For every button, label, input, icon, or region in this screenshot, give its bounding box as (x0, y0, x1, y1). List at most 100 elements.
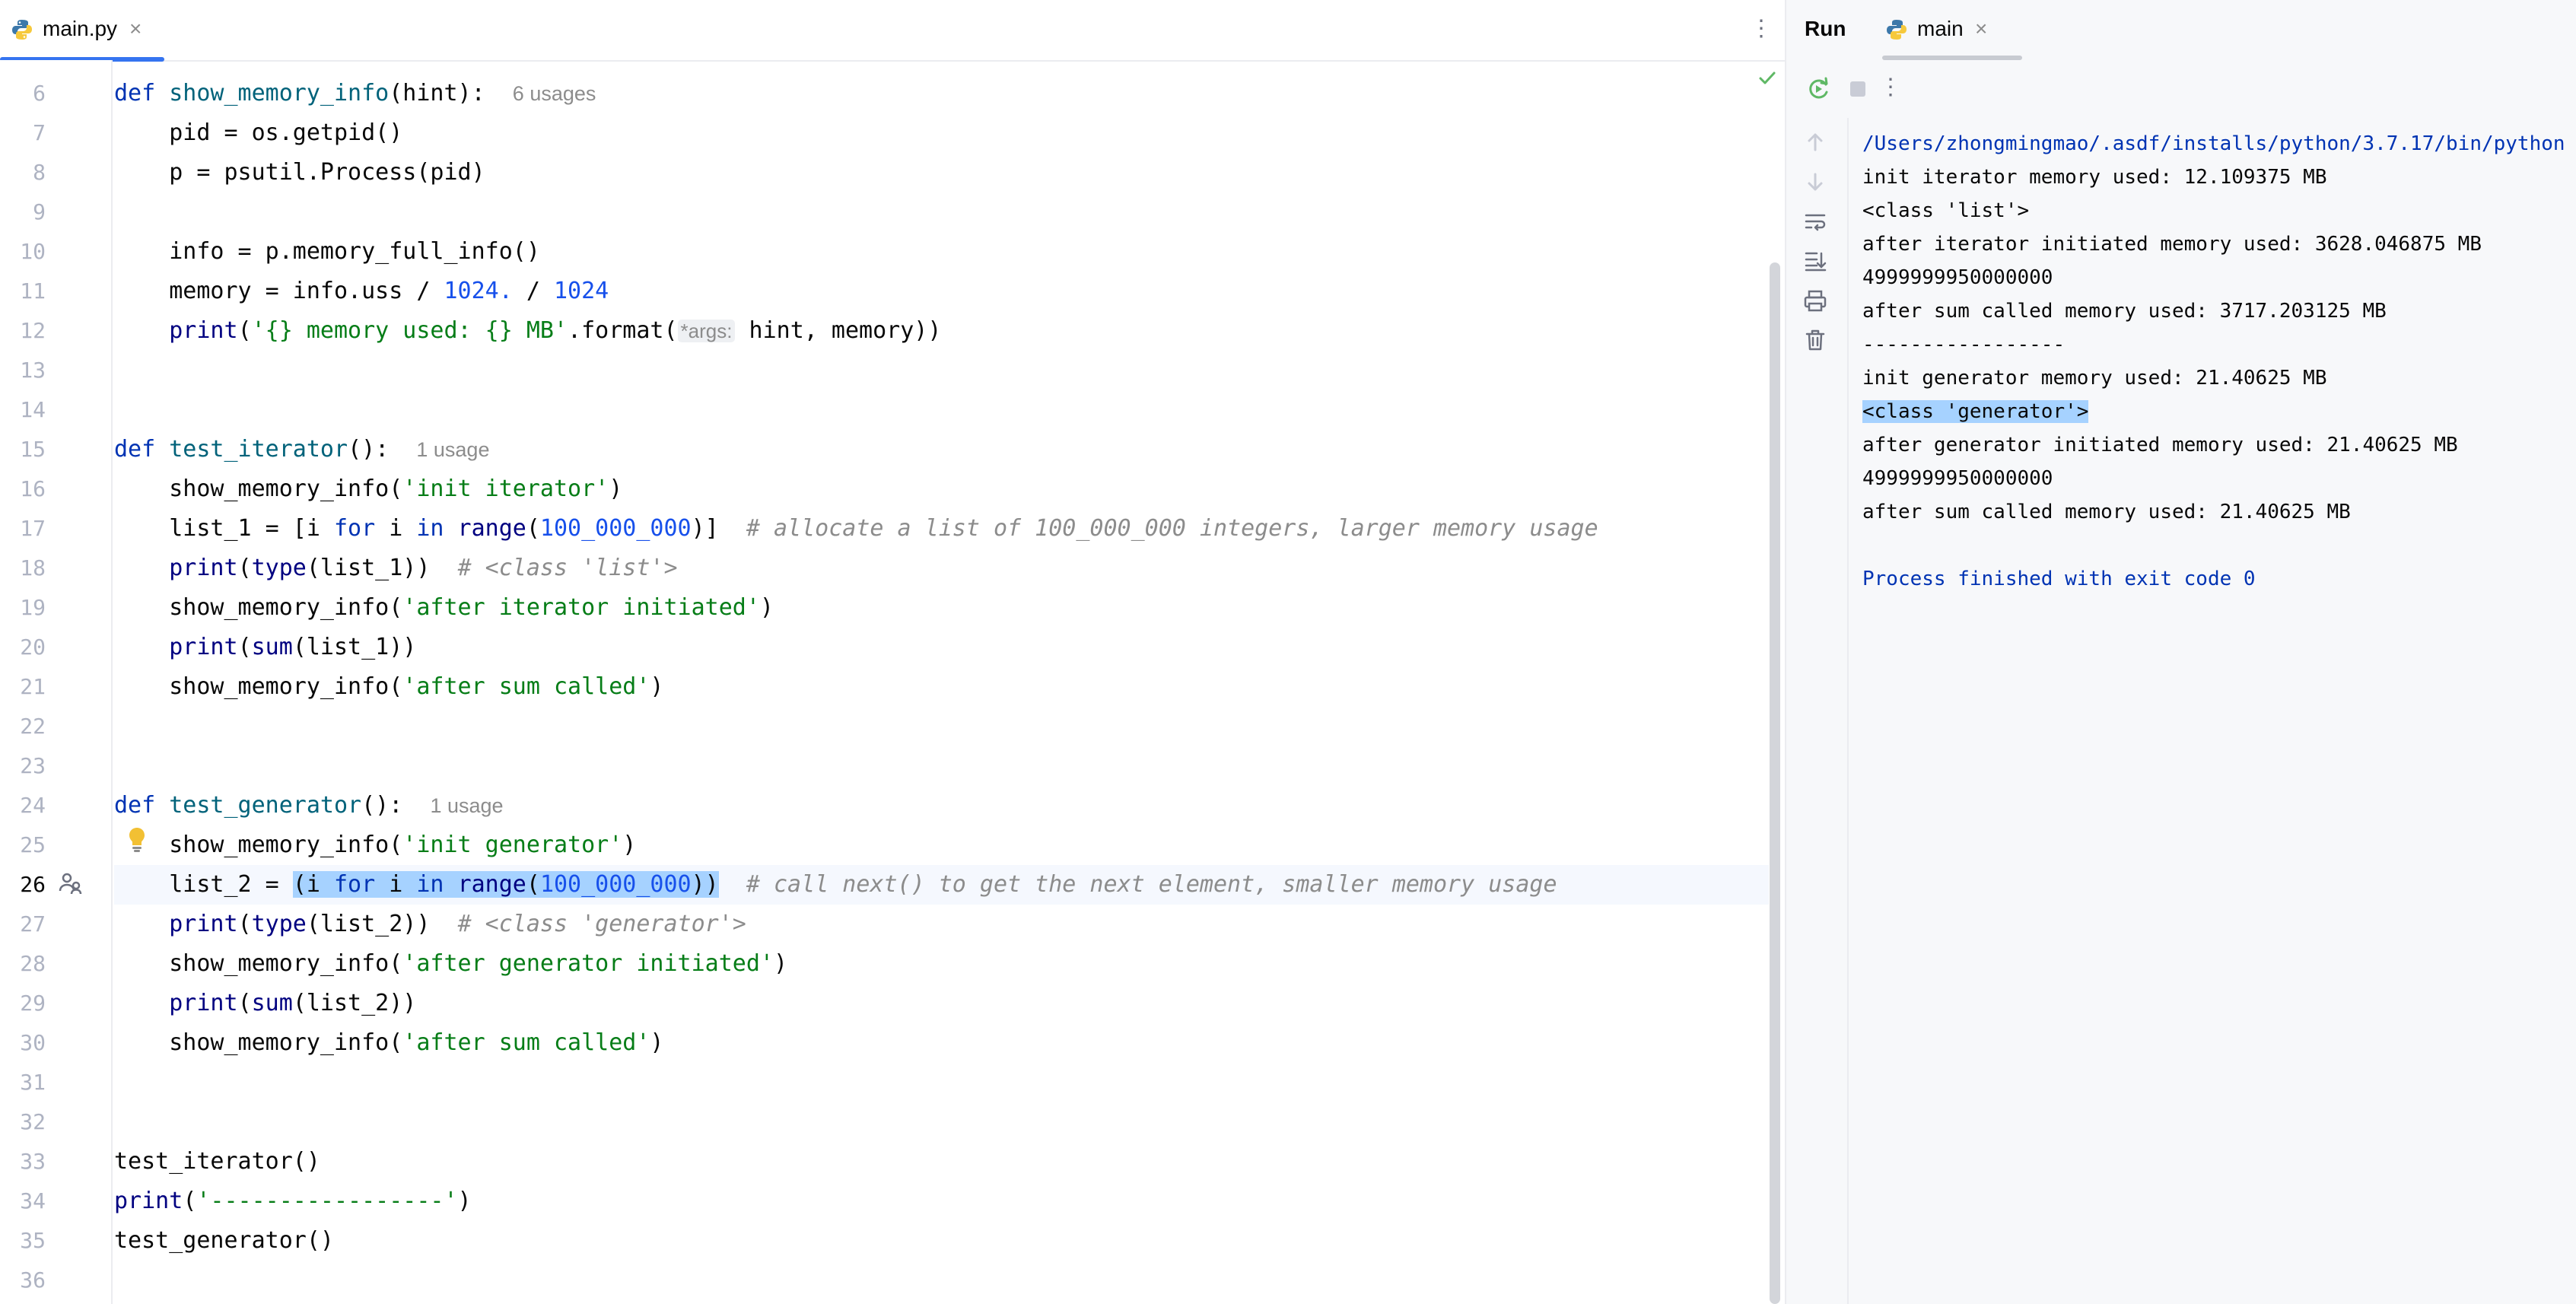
arrow-up-icon[interactable] (1800, 127, 1830, 157)
line-number[interactable]: 17 (0, 509, 46, 549)
line-number[interactable]: 6 (0, 74, 46, 113)
code-line[interactable] (114, 192, 1769, 232)
console-text: after iterator initiated memory used: 36… (1862, 233, 2482, 256)
code-token: ) (622, 832, 637, 858)
code-line[interactable]: pid = os.getpid() (114, 113, 1769, 153)
code-line[interactable] (114, 707, 1769, 746)
line-number[interactable]: 7 (0, 113, 46, 153)
code-line[interactable] (114, 746, 1769, 786)
scroll-to-end-icon[interactable] (1800, 246, 1830, 276)
console-line: ----------------- (1862, 328, 2065, 361)
code-line[interactable]: list_1 = [i for i in range(100_000_000)]… (114, 509, 1769, 549)
line-number[interactable]: 31 (0, 1063, 46, 1102)
code-line[interactable]: print(type(list_2)) # <class 'generator'… (114, 905, 1769, 944)
editor-vertical-scrollbar[interactable] (1770, 262, 1780, 1304)
soft-wrap-icon[interactable] (1800, 206, 1830, 237)
code-token: *args: (677, 320, 736, 342)
code-line[interactable] (114, 1261, 1769, 1300)
code-line[interactable]: memory = info.uss / 1024. / 1024 (114, 272, 1769, 311)
run-tab-main[interactable]: main × (1882, 0, 2030, 60)
line-number[interactable]: 30 (0, 1023, 46, 1063)
line-number[interactable]: 32 (0, 1102, 46, 1142)
arrow-down-icon[interactable] (1800, 167, 1830, 197)
line-number[interactable]: 35 (0, 1221, 46, 1261)
code-token: print (114, 1188, 183, 1214)
line-number[interactable]: 36 (0, 1261, 46, 1300)
line-number[interactable]: 27 (0, 905, 46, 944)
code-line[interactable]: test_iterator() (114, 1142, 1769, 1182)
code-line[interactable]: show_memory_info('after generator initia… (114, 944, 1769, 984)
close-run-tab-icon[interactable]: × (1975, 14, 1987, 44)
code-line[interactable]: print(sum(list_1)) (114, 628, 1769, 667)
code-token: range (457, 515, 526, 542)
line-number[interactable]: 10 (0, 232, 46, 272)
tab-main-py[interactable]: main.py × (0, 0, 164, 62)
console-text: ----------------- (1862, 333, 2066, 356)
console-line: after generator initiated memory used: 2… (1862, 428, 2458, 462)
tab-filename: main.py (43, 17, 118, 40)
code-line[interactable] (114, 390, 1769, 430)
line-number[interactable]: 13 (0, 351, 46, 390)
code-line[interactable]: def test_generator(): 1 usage (114, 786, 1769, 825)
line-number[interactable]: 14 (0, 390, 46, 430)
line-number[interactable]: 16 (0, 469, 46, 509)
code-line[interactable]: print('-----------------') (114, 1182, 1769, 1221)
line-number[interactable]: 20 (0, 628, 46, 667)
line-number[interactable]: 34 (0, 1182, 46, 1221)
console-text: after generator initiated memory used: 2… (1862, 434, 2458, 456)
line-number[interactable]: 26 (0, 865, 46, 905)
code-line[interactable] (114, 1063, 1769, 1102)
code-line[interactable]: show_memory_info('after iterator initiat… (114, 588, 1769, 628)
line-number[interactable]: 24 (0, 786, 46, 825)
code-line[interactable]: show_memory_info('after sum called') (114, 1023, 1769, 1063)
line-number[interactable]: 11 (0, 272, 46, 311)
console-text: /Users/zhongmingmao/.asdf/installs/pytho… (1862, 132, 2565, 155)
code-line[interactable]: info = p.memory_full_info() (114, 232, 1769, 272)
console-side-toolbar (1786, 118, 1849, 1304)
line-number[interactable]: 33 (0, 1142, 46, 1182)
line-number[interactable]: 21 (0, 667, 46, 707)
code-line-current[interactable]: list_2 = (i for i in range(100_000_000))… (114, 865, 1769, 905)
close-tab-icon[interactable]: × (129, 14, 142, 44)
code-line[interactable]: print(type(list_1)) # <class 'list'> (114, 549, 1769, 588)
code-line[interactable]: def show_memory_info(hint): 6 usages (114, 74, 1769, 113)
print-icon[interactable] (1800, 285, 1830, 316)
code-area[interactable]: def show_memory_info(hint): 6 usages pid… (114, 60, 1769, 1304)
code-line[interactable] (114, 351, 1769, 390)
code-line[interactable]: def test_iterator(): 1 usage (114, 430, 1769, 469)
more-options-icon[interactable]: ⋮ (1750, 14, 1773, 44)
run-more-icon[interactable]: ⋮ (1879, 72, 1902, 103)
code-token: / (512, 278, 554, 304)
debugger-people-icon[interactable] (58, 870, 84, 896)
line-number[interactable]: 25 (0, 825, 46, 865)
code-token: )] (691, 515, 746, 542)
console-output[interactable]: /Users/zhongmingmao/.asdf/installs/pytho… (1862, 118, 2576, 1304)
line-number[interactable]: 8 (0, 153, 46, 192)
code-token: ) (609, 475, 623, 502)
code-token: 100_000_000 (539, 871, 692, 898)
code-token: 'after sum called' (402, 1029, 650, 1056)
code-line[interactable]: show_memory_info('init generator') (114, 825, 1769, 865)
code-token: ) (650, 1029, 664, 1056)
code-line[interactable]: show_memory_info('init iterator') (114, 469, 1769, 509)
code-line[interactable]: p = psutil.Process(pid) (114, 153, 1769, 192)
code-line[interactable] (114, 1102, 1769, 1142)
line-number[interactable]: 19 (0, 588, 46, 628)
line-number[interactable]: 29 (0, 984, 46, 1023)
line-number[interactable]: 18 (0, 549, 46, 588)
line-number[interactable]: 15 (0, 430, 46, 469)
line-number[interactable]: 9 (0, 192, 46, 232)
code-token: test_generator (169, 792, 362, 819)
line-number[interactable]: 28 (0, 944, 46, 984)
rerun-icon[interactable] (1803, 74, 1833, 104)
line-number[interactable]: 23 (0, 746, 46, 786)
code-line[interactable]: print(sum(list_2)) (114, 984, 1769, 1023)
line-number[interactable]: 22 (0, 707, 46, 746)
stop-icon[interactable] (1843, 74, 1873, 104)
code-line[interactable]: print('{} memory used: {} MB'.format(*ar… (114, 311, 1769, 351)
code-line[interactable]: show_memory_info('after sum called') (114, 667, 1769, 707)
trash-icon[interactable] (1800, 325, 1830, 355)
code-line[interactable]: test_generator() (114, 1221, 1769, 1261)
line-number[interactable]: 12 (0, 311, 46, 351)
